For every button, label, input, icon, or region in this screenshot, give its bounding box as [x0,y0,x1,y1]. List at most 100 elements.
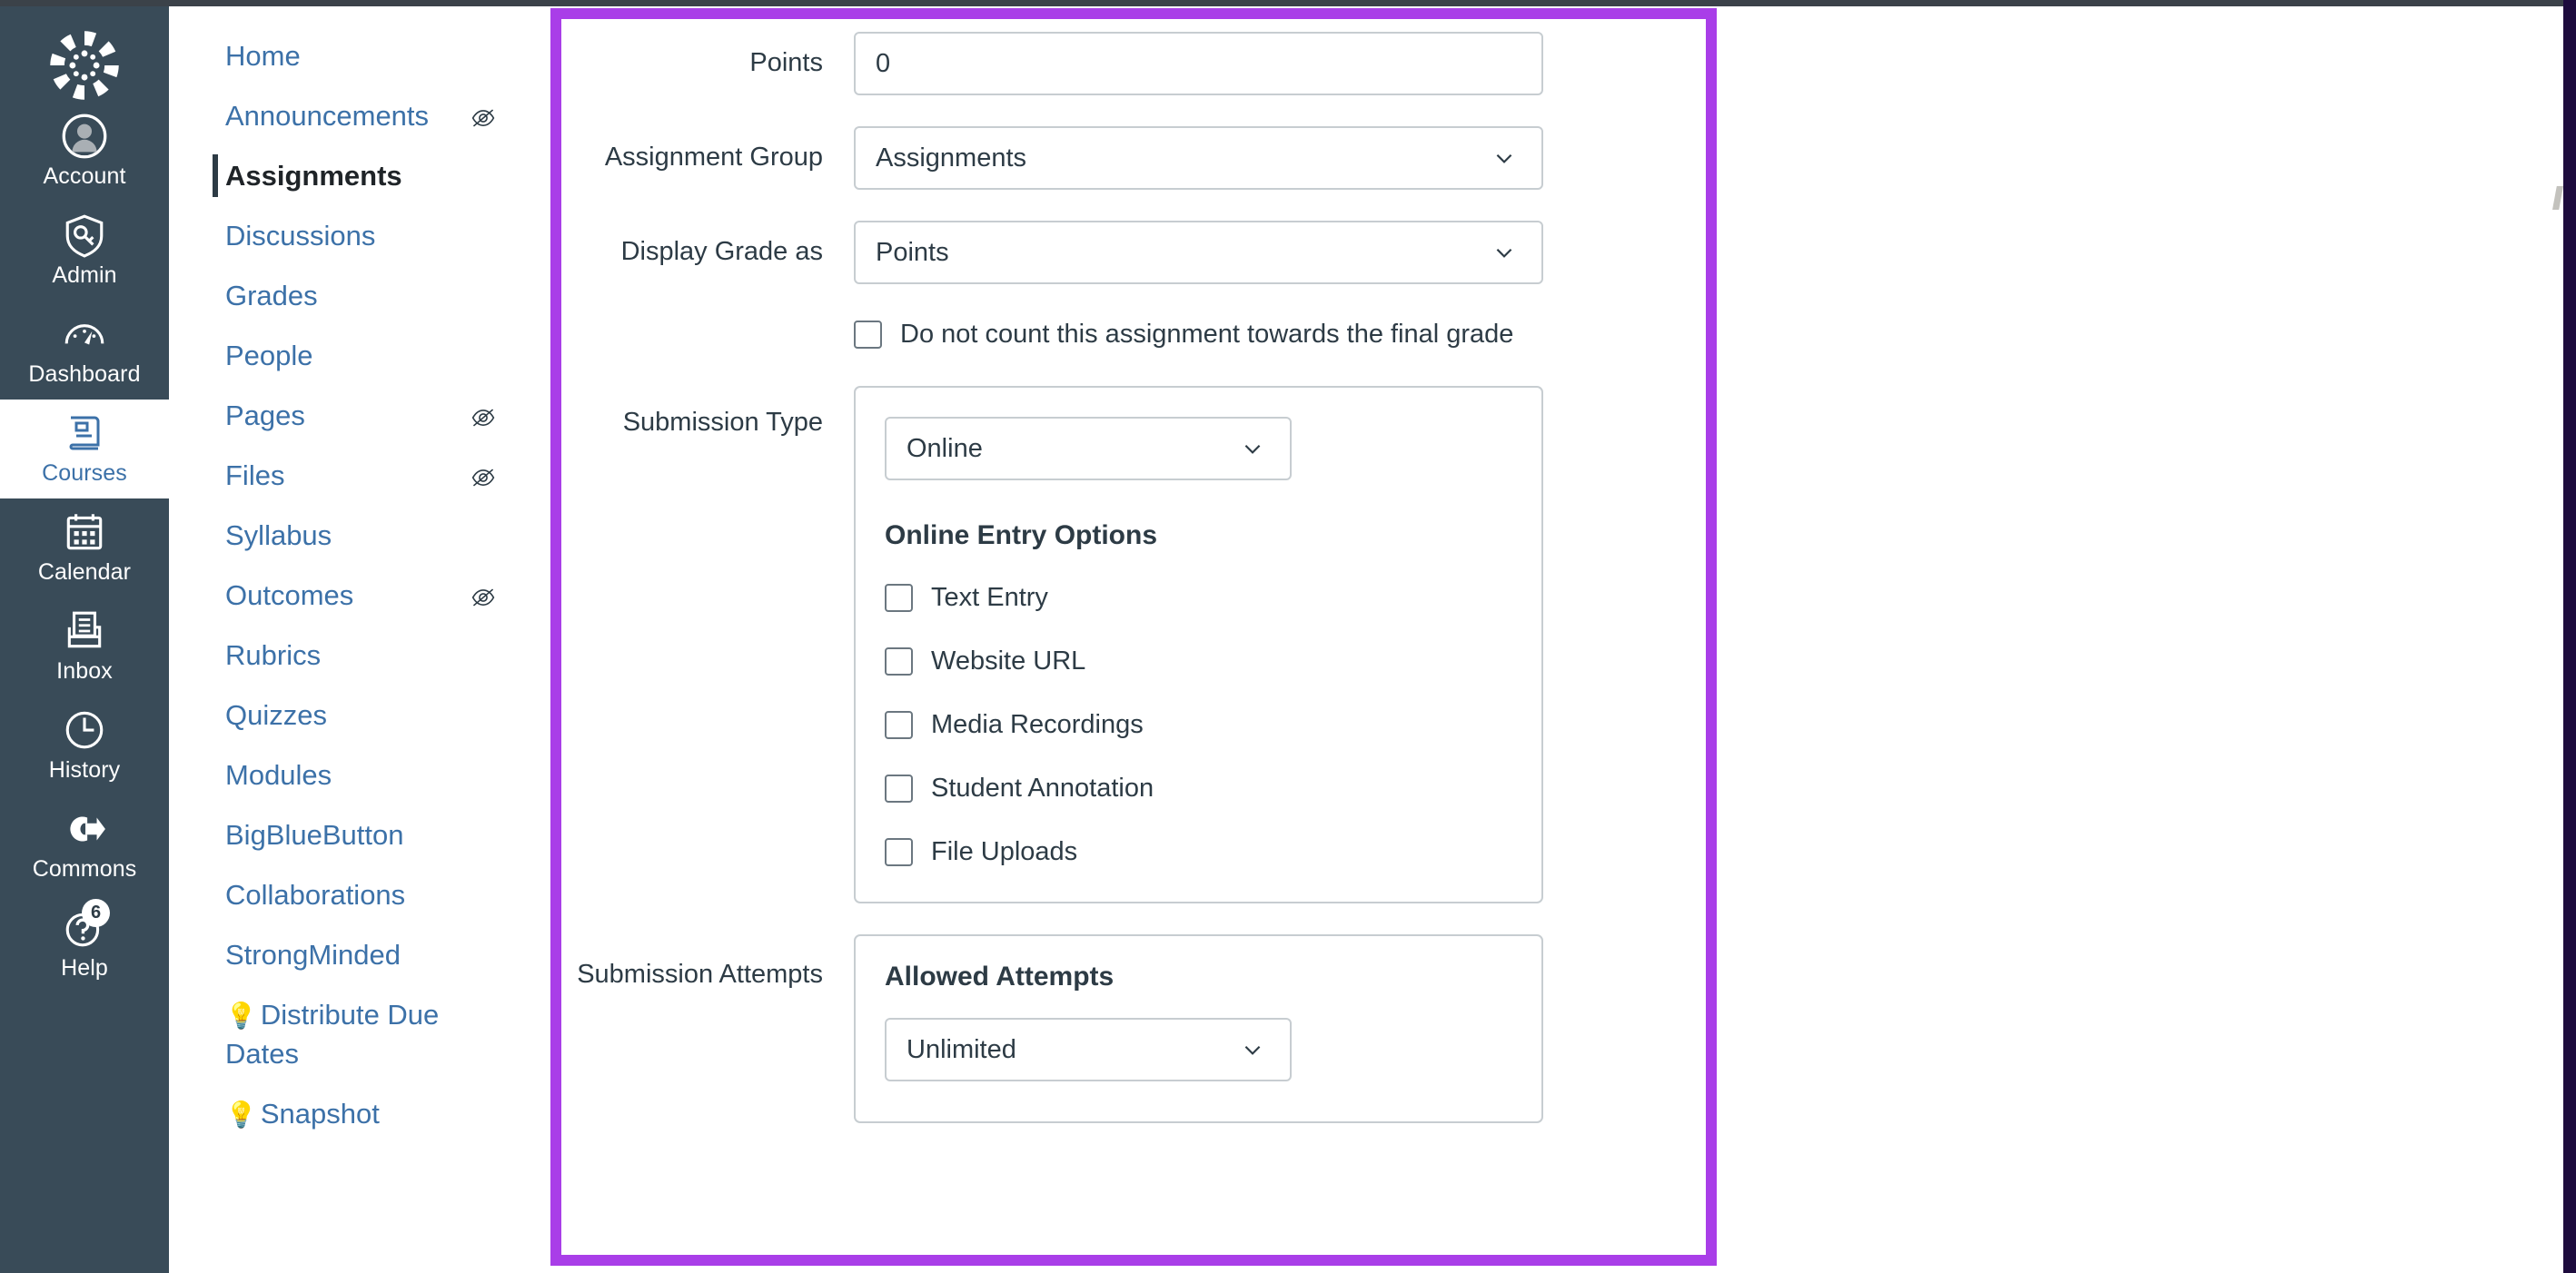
course-nav-label: Pages [225,397,305,435]
course-nav-label: Files [225,457,284,495]
media-recordings-checkbox[interactable] [885,711,913,739]
course-nav-item-distribute-due-dates[interactable]: 💡Distribute Due Dates [169,985,550,1084]
option-website-url[interactable]: Website URL [885,646,1541,676]
global-nav-item-calendar[interactable]: Calendar [0,498,169,597]
assignment-group-row: Assignment Group Assignments [561,126,1706,190]
course-nav-label: Modules [225,756,332,794]
submission-attempts-row: Submission Attempts Allowed Attempts Unl… [561,934,1706,1123]
course-nav-item-people[interactable]: People [169,326,550,386]
course-nav-item-bigbluebutton[interactable]: BigBlueButton [169,805,550,865]
global-nav-item-courses[interactable]: Courses [0,400,169,498]
course-nav-item-files[interactable]: Files [169,446,550,506]
global-nav-item-commons[interactable]: Commons [0,795,169,894]
omit-from-final-grade-label: Do not count this assignment towards the… [900,319,1513,350]
submission-type-label: Submission Type [561,386,854,439]
global-nav-label: Calendar [38,558,131,586]
submission-type-select[interactable]: Online [885,417,1292,480]
allowed-attempts-select[interactable]: Unlimited [885,1018,1292,1081]
display-grade-as-label: Display Grade as [561,221,854,268]
eye-off-icon[interactable] [469,406,498,434]
assignment-group-select[interactable]: Assignments [854,126,1543,190]
inbox-tray-icon [61,607,108,655]
course-nav-label: Rubrics [225,636,321,675]
course-nav-item-snapshot[interactable]: 💡Snapshot [169,1084,550,1145]
media-recordings-label: Media Recordings [931,709,1144,740]
global-nav-item-help[interactable]: 6 Help [0,894,169,993]
global-nav-label: Commons [33,855,137,883]
option-file-uploads[interactable]: File Uploads [885,836,1541,867]
course-nav-label: Assignments [225,157,402,195]
global-nav-label: Account [43,163,125,190]
submission-type-panel: Online Online Entry Options Text Entry W… [854,386,1543,903]
course-nav-item-grades[interactable]: Grades [169,266,550,326]
course-nav-item-discussions[interactable]: Discussions [169,206,550,266]
course-nav-label: Announcements [225,97,429,135]
global-nav-label: History [49,756,120,784]
shield-key-icon [61,212,108,259]
text-entry-label: Text Entry [931,582,1048,613]
global-navigation: Account Admin [0,6,169,1273]
course-nav-label-wrap: 💡Snapshot [225,1095,380,1134]
global-nav-item-history[interactable]: History [0,696,169,795]
course-nav-item-home[interactable]: Home [169,26,550,86]
course-nav-item-assignments[interactable]: Assignments [169,146,550,206]
course-nav-label: Grades [225,277,318,315]
text-entry-checkbox[interactable] [885,584,913,612]
course-nav-item-modules[interactable]: Modules [169,745,550,805]
course-nav-label: Home [225,37,301,75]
screenshot-root: Account Admin [0,0,2576,1273]
course-nav-item-rubrics[interactable]: Rubrics [169,626,550,686]
omit-from-final-grade-checkbox[interactable] [854,321,882,349]
option-student-annotation[interactable]: Student Annotation [885,773,1541,804]
eye-off-icon[interactable] [469,466,498,494]
file-uploads-checkbox[interactable] [885,838,913,866]
course-nav-item-strongminded[interactable]: StrongMinded [169,925,550,985]
global-nav-item-account[interactable]: Account [0,103,169,202]
eye-off-icon[interactable] [469,106,498,134]
global-nav-item-inbox[interactable]: Inbox [0,597,169,696]
question-circle-icon: 6 [61,904,108,952]
global-nav-item-admin[interactable]: Admin [0,202,169,301]
file-uploads-label: File Uploads [931,836,1077,867]
student-annotation-checkbox[interactable] [885,775,913,803]
global-nav-label: Help [61,954,108,982]
book-icon [61,410,108,457]
allowed-attempts-value: Unlimited [907,1035,1016,1065]
course-nav-item-quizzes[interactable]: Quizzes [169,686,550,745]
website-url-checkbox[interactable] [885,647,913,676]
canvas-logo[interactable] [47,28,122,103]
global-nav-label: Inbox [56,657,113,685]
course-nav-item-collaborations[interactable]: Collaborations [169,865,550,925]
global-nav-item-dashboard[interactable]: Dashboard [0,301,169,400]
submission-type-row: Submission Type Online Online Entry Opti… [561,386,1706,903]
course-nav-item-syllabus[interactable]: Syllabus [169,506,550,566]
chevron-down-icon [1241,437,1264,460]
assignment-settings-form: Points 0 Assignment Group Assignments [561,19,1706,1255]
course-nav-item-announcements[interactable]: Announcements [169,86,550,146]
submission-type-value: Online [907,434,983,464]
omit-from-final-grade-checkbox-line[interactable]: Do not count this assignment towards the… [854,319,1706,350]
course-nav-label: Outcomes [225,577,353,615]
option-text-entry[interactable]: Text Entry [885,582,1541,613]
student-annotation-label: Student Annotation [931,773,1154,804]
eye-off-icon[interactable] [469,586,498,614]
chevron-down-icon [1492,241,1516,264]
assignment-group-value: Assignments [876,143,1026,173]
course-nav-item-pages[interactable]: Pages [169,386,550,446]
lightbulb-icon: 💡 [225,1002,257,1030]
option-media-recordings[interactable]: Media Recordings [885,709,1541,740]
chevron-down-icon [1241,1038,1264,1061]
display-grade-as-select[interactable]: Points [854,221,1543,284]
course-nav-label: Discussions [225,217,375,255]
course-nav-item-outcomes[interactable]: Outcomes [169,566,550,626]
omit-from-final-grade-row: Do not count this assignment towards the… [561,319,1706,350]
course-nav-label: Collaborations [225,876,405,914]
allowed-attempts-heading: Allowed Attempts [885,962,1541,992]
points-input[interactable]: 0 [854,32,1543,95]
points-value: 0 [876,49,890,79]
display-grade-as-row: Display Grade as Points [561,221,1706,284]
window-top-border [0,0,2576,6]
points-row: Points 0 [561,32,1706,95]
chevron-down-icon [1492,146,1516,170]
right-edge-strip [2563,0,2576,1273]
